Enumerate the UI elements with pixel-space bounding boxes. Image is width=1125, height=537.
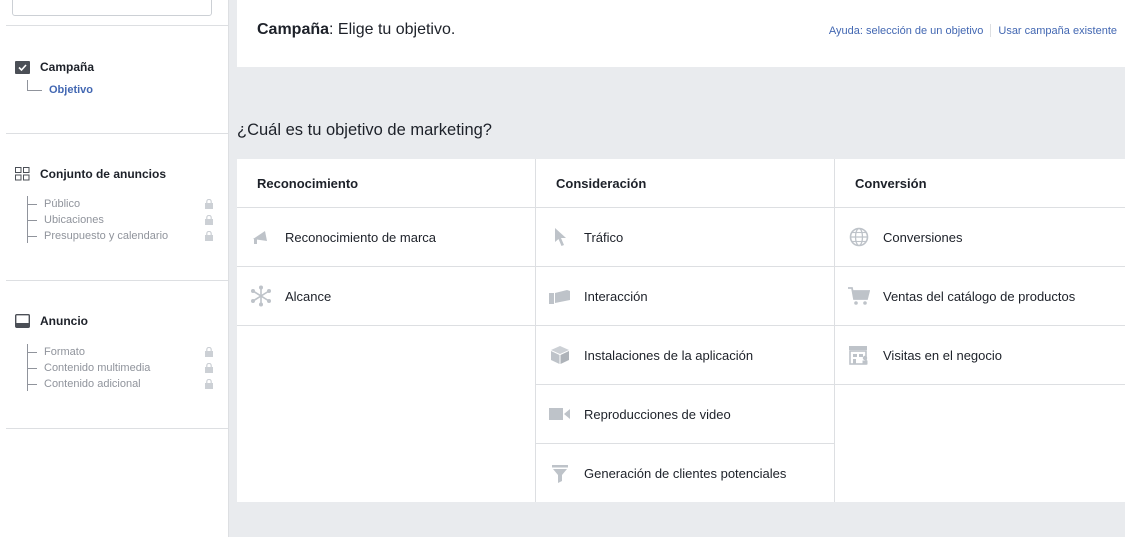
objective-conversions[interactable]: Conversiones [835, 208, 1125, 267]
sidebar-adset-heading[interactable]: Conjunto de anuncios [15, 167, 166, 181]
objective-label: Visitas en el negocio [883, 347, 1003, 363]
help-link[interactable]: Ayuda: selección de un objetivo [829, 25, 984, 37]
objective-traffic[interactable]: Tráfico [536, 208, 834, 267]
sidebar-divider [6, 428, 228, 429]
grid-icon [15, 167, 30, 181]
objective-app-installs[interactable]: Instalaciones de la aplicación [536, 326, 834, 385]
objective-lead-generation[interactable]: Generación de clientes potenciales [536, 444, 834, 503]
lock-icon [204, 379, 214, 389]
sidebar-campaign-heading[interactable]: Campaña [15, 60, 94, 74]
objective-label: Alcance [285, 288, 332, 304]
sidebar-item-contenido-adicional[interactable]: Contenido adicional [24, 376, 214, 392]
sidebar-item-label: Presupuesto y calendario [44, 230, 169, 242]
sidebar-divider [6, 280, 228, 281]
column-heading: Reconocimiento [237, 159, 535, 208]
video-icon [548, 402, 572, 426]
store-icon [847, 343, 871, 367]
objective-label: Instalaciones de la aplicación [584, 347, 754, 363]
column-awareness: Reconocimiento Reconocimiento de marca A… [237, 159, 536, 502]
column-heading: Consideración [536, 159, 834, 208]
page-header: Campaña: Elige tu objetivo. Ayuda: selec… [237, 0, 1125, 67]
objective-label: Tráfico [584, 229, 624, 245]
lock-icon [204, 215, 214, 225]
sidebar-divider [6, 133, 228, 134]
sidebar-item-formato[interactable]: Formato [24, 344, 214, 360]
objective-brand-awareness[interactable]: Reconocimiento de marca [237, 208, 535, 267]
objective-store-visits[interactable]: Visitas en el negocio [835, 326, 1125, 385]
megaphone-icon [249, 225, 273, 249]
engagement-icon [548, 284, 572, 308]
sidebar-item-presupuesto[interactable]: Presupuesto y calendario [24, 228, 214, 244]
tree-branch [27, 383, 37, 385]
sidebar-item-ubicaciones[interactable]: Ubicaciones [24, 212, 214, 228]
objective-reach[interactable]: Alcance [237, 267, 535, 326]
monitor-icon [15, 314, 30, 328]
objective-video-views[interactable]: Reproducciones de video [536, 385, 834, 444]
use-existing-campaign-link[interactable]: Usar campaña existente [998, 25, 1117, 37]
sidebar-divider [6, 25, 228, 26]
objective-label: Ventas del catálogo de productos [883, 288, 1076, 304]
reach-icon [249, 284, 273, 308]
sidebar-item-label: Público [44, 198, 81, 210]
tree-branch [27, 89, 42, 91]
globe-icon [847, 225, 871, 249]
lock-icon [204, 199, 214, 209]
sidebar-item-label: Objetivo [49, 84, 94, 96]
objective-label: Generación de clientes potenciales [584, 466, 787, 481]
sidebar-item-contenido-multimedia[interactable]: Contenido multimedia [24, 360, 214, 376]
lock-icon [204, 347, 214, 357]
objective-label: Interacción [584, 288, 648, 304]
sidebar-campaign-tree: Objetivo [24, 80, 214, 98]
sidebar-ad-tree: Formato Contenido multimedia Contenido a… [24, 344, 214, 392]
box-icon [548, 343, 572, 367]
sidebar-item-label: Contenido multimedia [44, 362, 151, 374]
objective-engagement[interactable]: Interacción [536, 267, 834, 326]
cart-icon [847, 284, 871, 308]
header-links: Ayuda: selección de un objetivo Usar cam… [829, 24, 1117, 37]
tree-branch [27, 203, 37, 205]
checkbox-checked-icon [15, 60, 30, 74]
sidebar-item-label: Ubicaciones [44, 214, 104, 226]
link-divider [990, 24, 992, 37]
page-title-bold: Campaña [257, 21, 330, 38]
tree-branch [27, 235, 37, 237]
sidebar-search-box[interactable] [12, 0, 212, 16]
sidebar-item-publico[interactable]: Público [24, 196, 214, 212]
page-title: Campaña: Elige tu objetivo. [257, 21, 455, 39]
cursor-icon [548, 225, 572, 249]
sidebar-item-label: Contenido adicional [44, 378, 141, 390]
sidebar-ad-heading[interactable]: Anuncio [15, 314, 88, 328]
funnel-icon [548, 462, 572, 486]
objective-catalog-sales[interactable]: Ventas del catálogo de productos [835, 267, 1125, 326]
sidebar-adset-label: Conjunto de anuncios [40, 167, 166, 181]
sidebar-adset-tree: Público Ubicaciones Presupuesto y calend… [24, 196, 214, 244]
sidebar: Campaña Objetivo Conjunto de anuncios Pú… [0, 0, 229, 537]
objective-label: Reproducciones de video [584, 406, 731, 422]
page-title-rest: : Elige tu objetivo. [329, 21, 456, 38]
column-consideration: Consideración Tráfico Interacción Instal… [536, 159, 835, 502]
objectives-grid: Reconocimiento Reconocimiento de marca A… [237, 159, 1125, 502]
tree-branch [27, 351, 37, 353]
column-heading: Conversión [835, 159, 1125, 208]
objective-label: Reconocimiento de marca [285, 229, 437, 245]
column-conversion: Conversión Conversiones Ventas del catál… [835, 159, 1125, 502]
objective-label: Conversiones [883, 229, 963, 245]
sidebar-item-label: Formato [44, 346, 85, 358]
sidebar-item-objetivo[interactable]: Objetivo [24, 82, 214, 98]
lock-icon [204, 231, 214, 241]
tree-branch [27, 219, 37, 221]
lock-icon [204, 363, 214, 373]
sidebar-ad-label: Anuncio [40, 314, 88, 328]
sidebar-campaign-label: Campaña [40, 60, 95, 74]
marketing-objective-question: ¿Cuál es tu objetivo de marketing? [237, 121, 492, 139]
tree-branch [27, 367, 37, 369]
